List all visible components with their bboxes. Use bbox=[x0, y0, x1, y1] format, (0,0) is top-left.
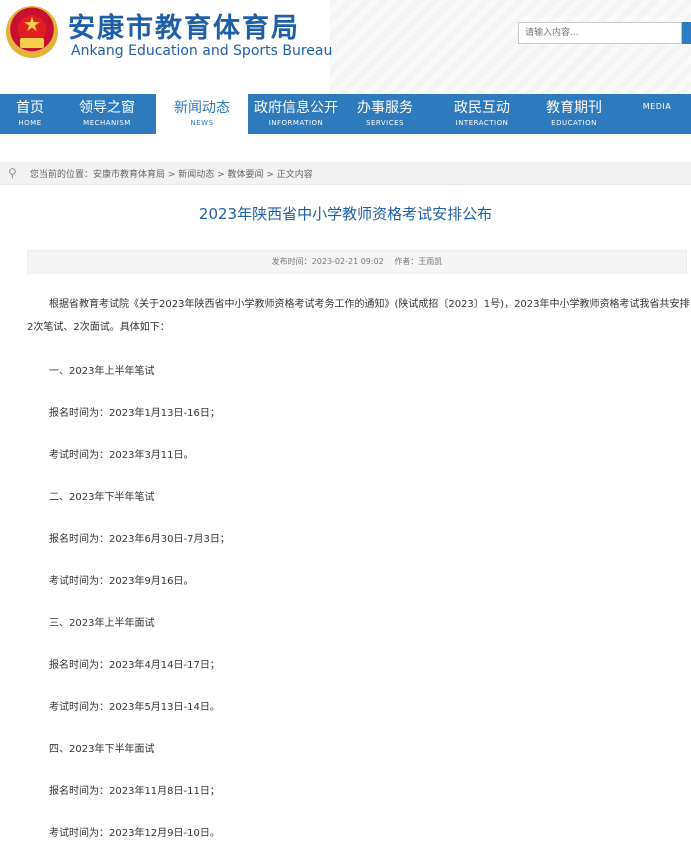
article-paragraph: 报名时间为：2023年4月14日-17日； bbox=[49, 660, 220, 671]
nav-item-interaction[interactable]: 政民互动 INTERACTION bbox=[438, 94, 526, 134]
location-pin-icon: ⚲ bbox=[8, 166, 17, 180]
main-nav: 首页 HOME 领导之窗 MECHANISM 新闻动态 NEWS 政府信息公开 … bbox=[0, 94, 691, 134]
nav-label: 新闻动态 bbox=[174, 100, 230, 116]
nav-sublabel: MEDIA bbox=[642, 102, 672, 111]
nav-item-services[interactable]: 办事服务 SERVICES bbox=[344, 94, 426, 134]
nav-sublabel: HOME bbox=[18, 119, 42, 127]
section-heading: 三、2023年上半年面试 bbox=[49, 618, 155, 629]
section-heading: 四、2023年下半年面试 bbox=[49, 744, 155, 755]
article-paragraph: 报名时间为：2023年1月13日-16日； bbox=[49, 408, 220, 419]
nav-item-education[interactable]: 教育期刊 EDUCATION bbox=[532, 94, 616, 134]
nav-sublabel: NEWS bbox=[190, 119, 214, 127]
article-paragraph: 考试时间为：2023年5月13日-14日。 bbox=[49, 702, 220, 713]
search-input[interactable] bbox=[518, 22, 682, 44]
nav-label: 领导之窗 bbox=[79, 100, 135, 116]
nav-sublabel: INTERACTION bbox=[455, 119, 509, 127]
nav-label: 政府信息公开 bbox=[254, 100, 338, 116]
author: 作者：王雨凯 bbox=[394, 257, 443, 266]
search-button[interactable] bbox=[682, 22, 691, 44]
national-emblem-icon bbox=[6, 6, 58, 58]
site-subtitle: Ankang Education and Sports Bureau bbox=[71, 43, 333, 59]
article-paragraph: 考试时间为：2023年9月16日。 bbox=[49, 576, 194, 587]
section-heading: 二、2023年下半年笔试 bbox=[49, 492, 155, 503]
nav-item-home[interactable]: 首页 HOME bbox=[0, 94, 60, 134]
publish-time: 发布时间：2023-02-21 09:02 bbox=[271, 257, 384, 266]
nav-item-mechanism[interactable]: 领导之窗 MECHANISM bbox=[60, 94, 154, 134]
section-heading: 一、2023年上半年笔试 bbox=[49, 366, 155, 377]
article-paragraph: 报名时间为：2023年6月30日-7月3日； bbox=[49, 534, 230, 545]
nav-label: 首页 bbox=[16, 100, 44, 116]
nav-label: 政民互动 bbox=[454, 100, 510, 116]
nav-item-media[interactable]: MEDIA bbox=[630, 94, 684, 134]
article-paragraph: 考试时间为：2023年3月11日。 bbox=[49, 450, 194, 461]
nav-sublabel: EDUCATION bbox=[551, 119, 597, 127]
nav-item-information[interactable]: 政府信息公开 INFORMATION bbox=[250, 94, 342, 134]
site-header: 安康市教育体育局 Ankang Education and Sports Bur… bbox=[0, 0, 691, 94]
article-meta: 发布时间：2023-02-21 09:02 作者：王雨凯 bbox=[27, 250, 687, 274]
breadcrumb-text[interactable]: 您当前的位置：安康市教育体育局 > 新闻动态 > 教体要闻 > 正文内容 bbox=[30, 167, 313, 180]
article-intro: 根据省教育考试院《关于2023年陕西省中小学教师资格考试考务工作的通知》(陕试成… bbox=[27, 299, 690, 333]
article-title: 2023年陕西省中小学教师资格考试安排公布 bbox=[198, 205, 493, 223]
article-paragraph: 报名时间为：2023年11月8日-11日； bbox=[49, 786, 220, 797]
site-title[interactable]: 安康市教育体育局 bbox=[68, 6, 300, 45]
header-illustration bbox=[330, 0, 691, 94]
nav-label: 办事服务 bbox=[357, 100, 413, 116]
nav-sublabel: INFORMATION bbox=[268, 119, 324, 127]
nav-sublabel: SERVICES bbox=[366, 119, 404, 127]
nav-label: 教育期刊 bbox=[546, 100, 602, 116]
breadcrumb: ⚲ 您当前的位置：安康市教育体育局 > 新闻动态 > 教体要闻 > 正文内容 bbox=[0, 162, 691, 185]
article-paragraph: 考试时间为：2023年12月9日-10日。 bbox=[49, 828, 220, 839]
nav-sublabel: MECHANISM bbox=[83, 119, 131, 127]
nav-item-news[interactable]: 新闻动态 NEWS bbox=[156, 94, 248, 134]
